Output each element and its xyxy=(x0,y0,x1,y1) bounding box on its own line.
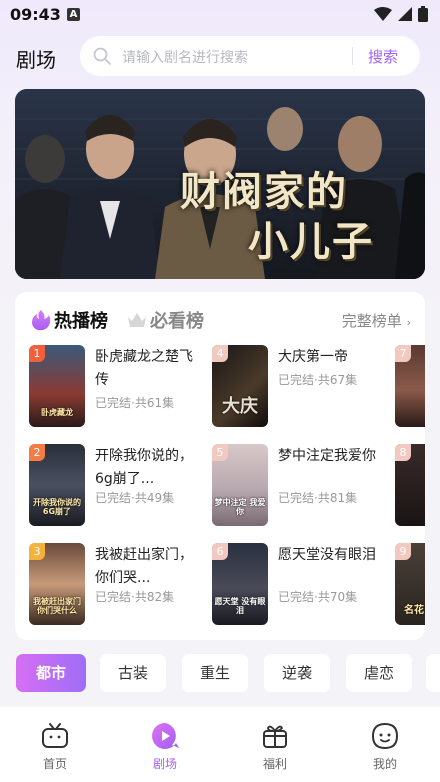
cover-title-art: 我被赶出家门 你们哭什么 xyxy=(33,597,81,615)
list-item[interactable]: 5 梦中注定 我爱你 梦中注定我爱你 已完结·共81集 xyxy=(212,444,392,532)
drama-cover: 6 愿天堂 没有眼泪 xyxy=(212,543,268,625)
drama-cover: 5 梦中注定 我爱你 xyxy=(212,444,268,526)
profile-icon xyxy=(371,722,399,750)
rank-badge: 5 xyxy=(212,444,228,461)
cover-title-art: 梦中注定 我爱你 xyxy=(214,498,266,516)
genre-chip-urban[interactable]: 都市 xyxy=(16,654,86,692)
list-item[interactable]: 2 开除我你说的 6G崩了 开除我你说的，6g崩了... 已完结·共49集 xyxy=(29,444,209,532)
list-item[interactable]: 3 我被赶出家门 你们哭什么 我被赶出家门，你们哭... 已完结·共82集 xyxy=(29,543,209,631)
item-meta: 已完结·共81集 xyxy=(278,491,358,505)
drama-cover: 8 xyxy=(395,444,425,526)
cover-title-art: 大庆 xyxy=(222,396,258,417)
rank-badge: 8 xyxy=(395,444,411,461)
search-divider xyxy=(352,47,353,65)
item-title: 我被赶出家门，你们哭... xyxy=(95,547,193,586)
wifi-icon xyxy=(374,7,392,21)
flame-icon xyxy=(32,310,51,331)
tab-hot-label: 热播榜 xyxy=(54,311,108,332)
item-meta: 已完结·共70集 xyxy=(278,590,358,604)
page-title: 剧场 xyxy=(16,48,56,72)
search-placeholder: 请输入剧名进行搜索 xyxy=(122,50,248,66)
genre-chip-rebirth[interactable]: 重生 xyxy=(182,654,248,692)
tab-welfare[interactable]: 福利 xyxy=(240,721,310,772)
drama-cover: 7 xyxy=(395,345,425,427)
list-item[interactable]: 7 xyxy=(395,345,425,433)
genre-chip-heartbreak[interactable]: 虐恋 xyxy=(346,654,412,692)
drama-cover: 9 名花 xyxy=(395,543,425,625)
header: 剧场 请输入剧名进行搜索 搜索 xyxy=(0,36,440,78)
search-input[interactable]: 请输入剧名进行搜索 搜索 xyxy=(80,36,420,76)
signal-icon xyxy=(398,7,412,21)
battery-icon xyxy=(418,6,428,22)
gift-icon xyxy=(263,725,287,748)
genre-filter-bar: 都市 古装 重生 逆袭 虐恋 xyxy=(16,654,440,692)
banner-title-line2: 小儿子 xyxy=(248,218,374,265)
item-title: 卧虎藏龙之楚飞传 xyxy=(95,349,193,388)
drama-cover: 4 大庆 xyxy=(212,345,268,427)
rank-badge: 7 xyxy=(395,345,411,362)
cover-title-art: 卧虎藏龙 xyxy=(41,408,73,417)
item-meta: 已完结·共67集 xyxy=(278,373,358,387)
item-title: 开除我你说的，6g崩了... xyxy=(95,448,193,487)
cover-title-art: 开除我你说的 6G崩了 xyxy=(33,498,81,516)
cover-title-art: 名花 xyxy=(404,605,424,616)
rank-badge: 9 xyxy=(395,543,411,560)
item-meta: 已完结·共82集 xyxy=(95,590,175,604)
tab-hot-ranking[interactable]: 热播榜 xyxy=(31,307,108,333)
drama-cover: 2 开除我你说的 6G崩了 xyxy=(29,444,85,526)
tab-home[interactable]: 首页 xyxy=(20,721,90,772)
genre-chip-more[interactable] xyxy=(426,654,440,692)
genre-chip-comeback[interactable]: 逆袭 xyxy=(264,654,330,692)
list-item[interactable]: 8 xyxy=(395,444,425,532)
tab-profile-label: 我的 xyxy=(372,757,397,771)
status-bar: 09:43 A xyxy=(0,0,440,30)
cover-title-art: 愿天堂 没有眼泪 xyxy=(214,597,266,615)
status-icons xyxy=(374,6,428,22)
drama-cover: 3 我被赶出家门 你们哭什么 xyxy=(29,543,85,625)
tab-home-label: 首页 xyxy=(42,757,67,771)
list-item[interactable]: 6 愿天堂 没有眼泪 愿天堂没有眼泪 已完结·共70集 xyxy=(212,543,392,631)
play-icon xyxy=(152,723,179,749)
featured-banner[interactable]: 财阀家的 小儿子 xyxy=(15,89,425,279)
rank-badge: 2 xyxy=(29,444,45,461)
rank-badge: 4 xyxy=(212,345,228,362)
bottom-tab-bar: 首页 剧场 福利 我的 xyxy=(0,707,440,782)
item-title: 愿天堂没有眼泪 xyxy=(278,547,376,563)
crown-icon xyxy=(128,313,146,327)
ranking-card: 热播榜 必看榜 完整榜单 › 1 卧虎藏龙 卧虎藏龙之楚飞传 已完结·共61集 … xyxy=(15,292,425,640)
tab-theater[interactable]: 剧场 xyxy=(130,721,200,772)
full-list-label: 完整榜单 xyxy=(341,312,402,330)
rank-badge: 3 xyxy=(29,543,45,560)
drama-cover: 1 卧虎藏龙 xyxy=(29,345,85,427)
rank-badge: 1 xyxy=(29,345,45,362)
list-item[interactable]: 9 名花 xyxy=(395,543,425,631)
full-list-link[interactable]: 完整榜单 › xyxy=(342,310,411,331)
tab-profile[interactable]: 我的 xyxy=(350,721,420,772)
search-button[interactable]: 搜索 xyxy=(368,46,398,67)
tab-must-label: 必看榜 xyxy=(150,311,204,332)
tab-welfare-label: 福利 xyxy=(262,757,287,771)
tab-must-watch[interactable]: 必看榜 xyxy=(127,307,204,333)
tab-theater-label: 剧场 xyxy=(152,757,177,771)
tv-icon xyxy=(42,723,68,748)
rank-badge: 6 xyxy=(212,543,228,560)
search-icon xyxy=(93,47,111,65)
item-meta: 已完结·共49集 xyxy=(95,491,175,505)
item-meta: 已完结·共61集 xyxy=(95,396,175,410)
item-title: 大庆第一帝 xyxy=(278,349,348,365)
notification-icon: A xyxy=(67,8,80,21)
chevron-right-icon: › xyxy=(406,316,411,329)
list-item[interactable]: 1 卧虎藏龙 卧虎藏龙之楚飞传 已完结·共61集 xyxy=(29,345,209,433)
item-title: 梦中注定我爱你 xyxy=(278,448,376,464)
genre-chip-costume[interactable]: 古装 xyxy=(100,654,166,692)
status-time: 09:43 xyxy=(10,5,61,24)
list-item[interactable]: 4 大庆 大庆第一帝 已完结·共67集 xyxy=(212,345,392,433)
